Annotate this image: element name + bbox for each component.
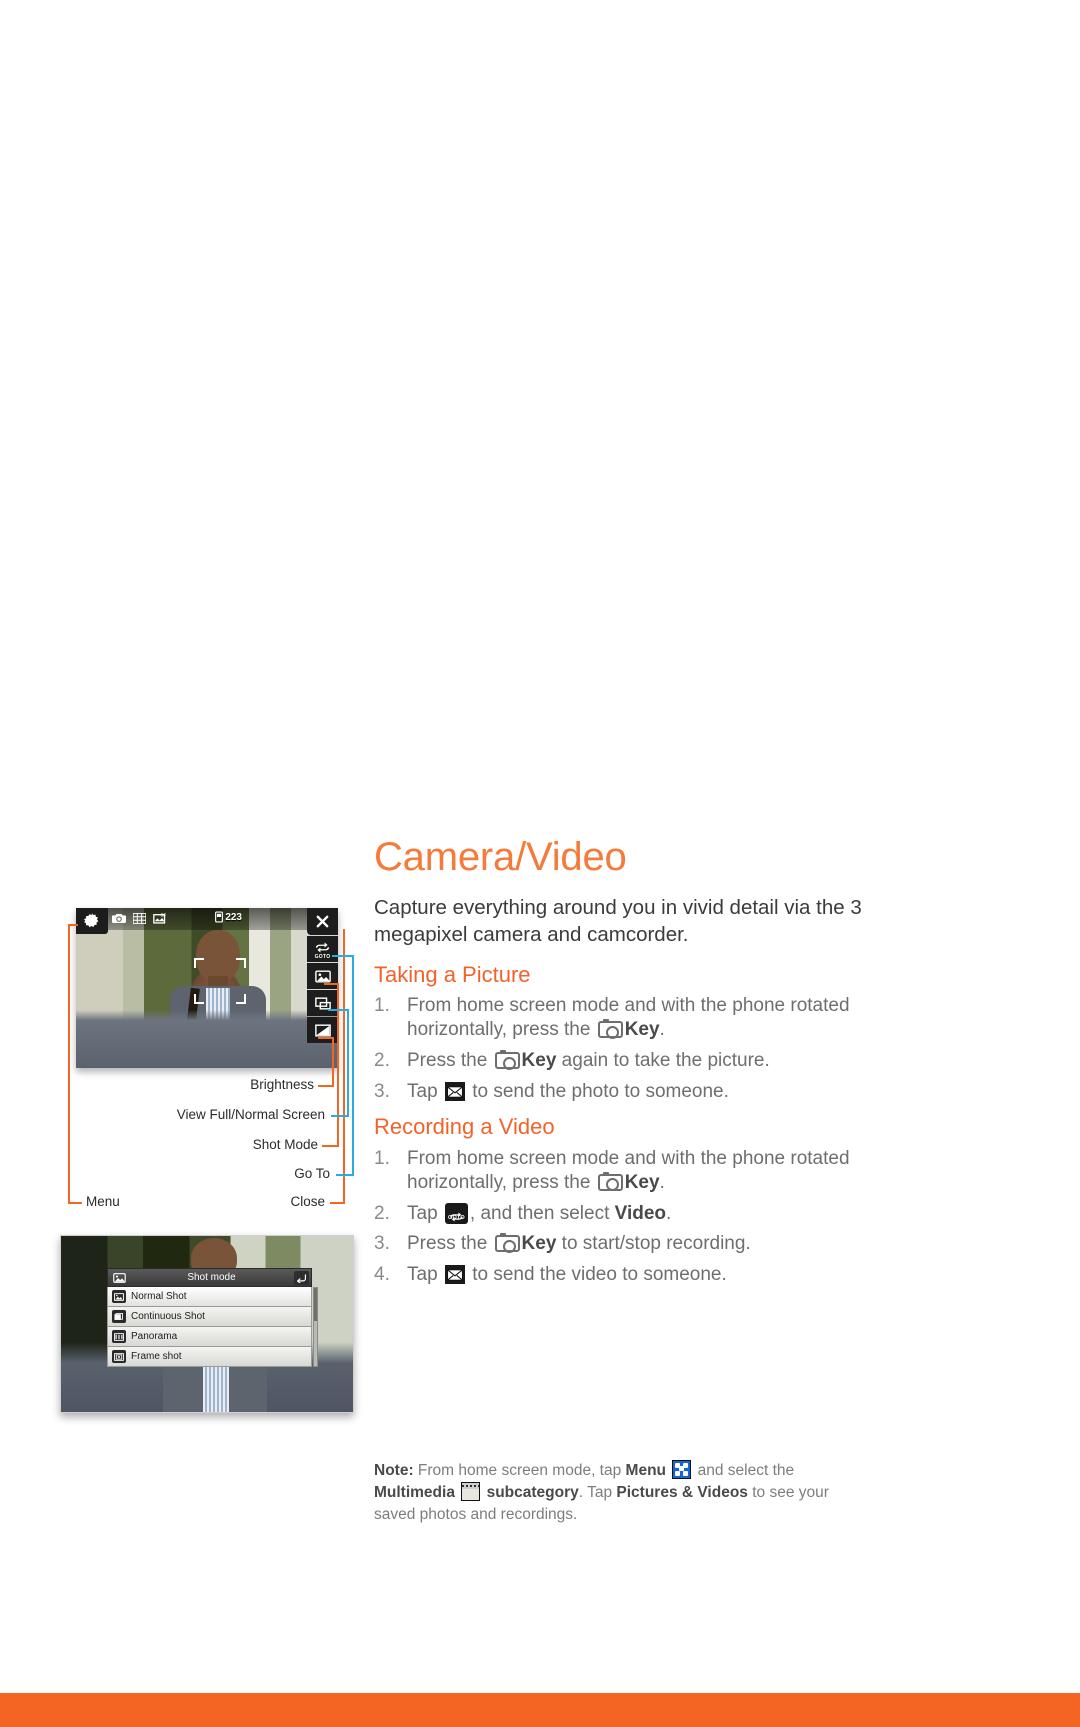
- camera-key-icon: [494, 1050, 520, 1070]
- step-text: Tap: [407, 1202, 443, 1224]
- menu-grid-icon: [672, 1459, 692, 1479]
- camera-key-icon: [597, 1019, 623, 1039]
- step-text-tail: to start/stop recording.: [556, 1233, 751, 1255]
- step-text: Press the: [407, 1050, 493, 1072]
- section-heading-taking-a-picture: Taking a Picture: [374, 962, 531, 988]
- note-text-2: and select the: [693, 1461, 795, 1479]
- step-number: 2.: [374, 1050, 390, 1072]
- shot-mode-titlebar: Shot mode: [107, 1268, 312, 1287]
- note-bold-pictures-videos: Pictures & Videos: [616, 1483, 748, 1501]
- callout-label-shot-mode: Shot Mode: [252, 1137, 318, 1152]
- menu-item-panorama[interactable]: Panorama: [107, 1327, 312, 1347]
- step-text-tail: .: [659, 1019, 665, 1041]
- step-text-tail: again to take the picture.: [556, 1050, 770, 1072]
- step-bold: Key: [624, 1019, 660, 1041]
- step-bold-2: Video: [614, 1202, 667, 1224]
- menu-item-label: Frame shot: [131, 1351, 182, 1362]
- intro-paragraph: Capture everything around you in vivid d…: [374, 896, 862, 947]
- step-text-tail: .: [666, 1202, 672, 1224]
- callout-label-view-screen: View Full/Normal Screen: [176, 1107, 325, 1122]
- menu-item-frame-shot[interactable]: Frame shot: [107, 1347, 312, 1367]
- page-title: Camera/Video: [374, 835, 627, 879]
- note-label: Note:: [374, 1461, 414, 1479]
- step-item: 2. Press the Key again to take the pictu…: [374, 1049, 864, 1073]
- callout-label-close: Close: [290, 1194, 325, 1209]
- step-item: 3. Tap to send the photo to someone.: [374, 1080, 864, 1104]
- note-text-1: From home screen mode, tap: [413, 1461, 626, 1479]
- step-text: Press the: [407, 1233, 493, 1255]
- step-item: 4. Tap to send the video to someone.: [374, 1263, 864, 1287]
- steps-recording-a-video: 1. From home screen mode and with the ph…: [374, 1147, 864, 1288]
- menu-item-continuous-shot[interactable]: Continuous Shot: [107, 1307, 312, 1327]
- step-bold: Key: [521, 1233, 557, 1255]
- article-content: Camera/Video Capture everything around y…: [374, 836, 864, 1294]
- step-text: Tap: [407, 1081, 443, 1103]
- step-bold: Key: [624, 1171, 660, 1193]
- frame-shot-icon: [112, 1350, 126, 1363]
- menu-item-label: Panorama: [131, 1331, 178, 1342]
- back-arrow-icon[interactable]: [294, 1271, 309, 1285]
- normal-shot-icon: [112, 1290, 126, 1303]
- callout-label-menu: Menu: [86, 1194, 120, 1209]
- step-text: Tap: [407, 1264, 443, 1286]
- goto-icon: GOTO: [444, 1202, 468, 1224]
- step-number: 1.: [374, 995, 390, 1017]
- shot-mode-menu-screenshot: Shot mode Normal Shot Continuous Shot Pa…: [60, 1235, 354, 1413]
- menu-item-label: Normal Shot: [131, 1291, 187, 1302]
- step-bold: Key: [521, 1050, 557, 1072]
- menu-scrollbar[interactable]: [313, 1287, 318, 1367]
- step-text-mid: , and then select: [469, 1202, 615, 1224]
- step-number: 3.: [374, 1233, 390, 1255]
- shot-mode-panel: Shot mode Normal Shot Continuous Shot Pa…: [107, 1268, 318, 1367]
- step-item: 3. Press the Key to start/stop recording…: [374, 1232, 864, 1256]
- note-bold-menu: Menu: [625, 1461, 666, 1479]
- step-text-tail: to send the photo to someone.: [466, 1081, 729, 1103]
- note-block: Note: From home screen mode, tap Menu an…: [374, 1459, 834, 1526]
- camera-key-icon: [597, 1171, 623, 1191]
- envelope-icon: [444, 1265, 465, 1285]
- section-heading-recording-a-video: Recording a Video: [374, 1114, 555, 1140]
- step-text-tail: to send the video to someone.: [466, 1264, 727, 1286]
- step-item: 1. From home screen mode and with the ph…: [374, 994, 864, 1042]
- step-number: 1.: [374, 1147, 390, 1169]
- continuous-shot-icon: [112, 1310, 126, 1323]
- menu-item-normal-shot[interactable]: Normal Shot: [107, 1287, 312, 1307]
- panorama-icon: [112, 1330, 126, 1343]
- note-bold-subcategory: subcategory: [486, 1483, 579, 1501]
- camera-key-icon: [494, 1233, 520, 1253]
- page-bottom-bar: [0, 1693, 1080, 1727]
- steps-taking-a-picture: 1. From home screen mode and with the ph…: [374, 994, 864, 1104]
- envelope-icon: [444, 1082, 465, 1102]
- step-item: 2. Tap GOTO, and then select Video.: [374, 1202, 864, 1226]
- step-number: 2.: [374, 1202, 390, 1224]
- shot-mode-title: Shot mode: [187, 1272, 236, 1283]
- step-number: 4.: [374, 1264, 390, 1286]
- callout-label-goto: Go To: [294, 1166, 330, 1181]
- menu-item-label: Continuous Shot: [131, 1311, 205, 1322]
- note-text-3: . Tap: [578, 1483, 617, 1501]
- figure1-callouts: Menu Close Go To Shot Mode View Full/Nor…: [60, 908, 354, 1228]
- note-bold-multimedia: Multimedia: [374, 1483, 455, 1501]
- step-number: 3.: [374, 1081, 390, 1103]
- step-text-tail: .: [659, 1171, 665, 1193]
- callout-label-brightness: Brightness: [250, 1077, 314, 1092]
- multimedia-film-icon: [461, 1481, 481, 1501]
- step-item: 1. From home screen mode and with the ph…: [374, 1147, 864, 1195]
